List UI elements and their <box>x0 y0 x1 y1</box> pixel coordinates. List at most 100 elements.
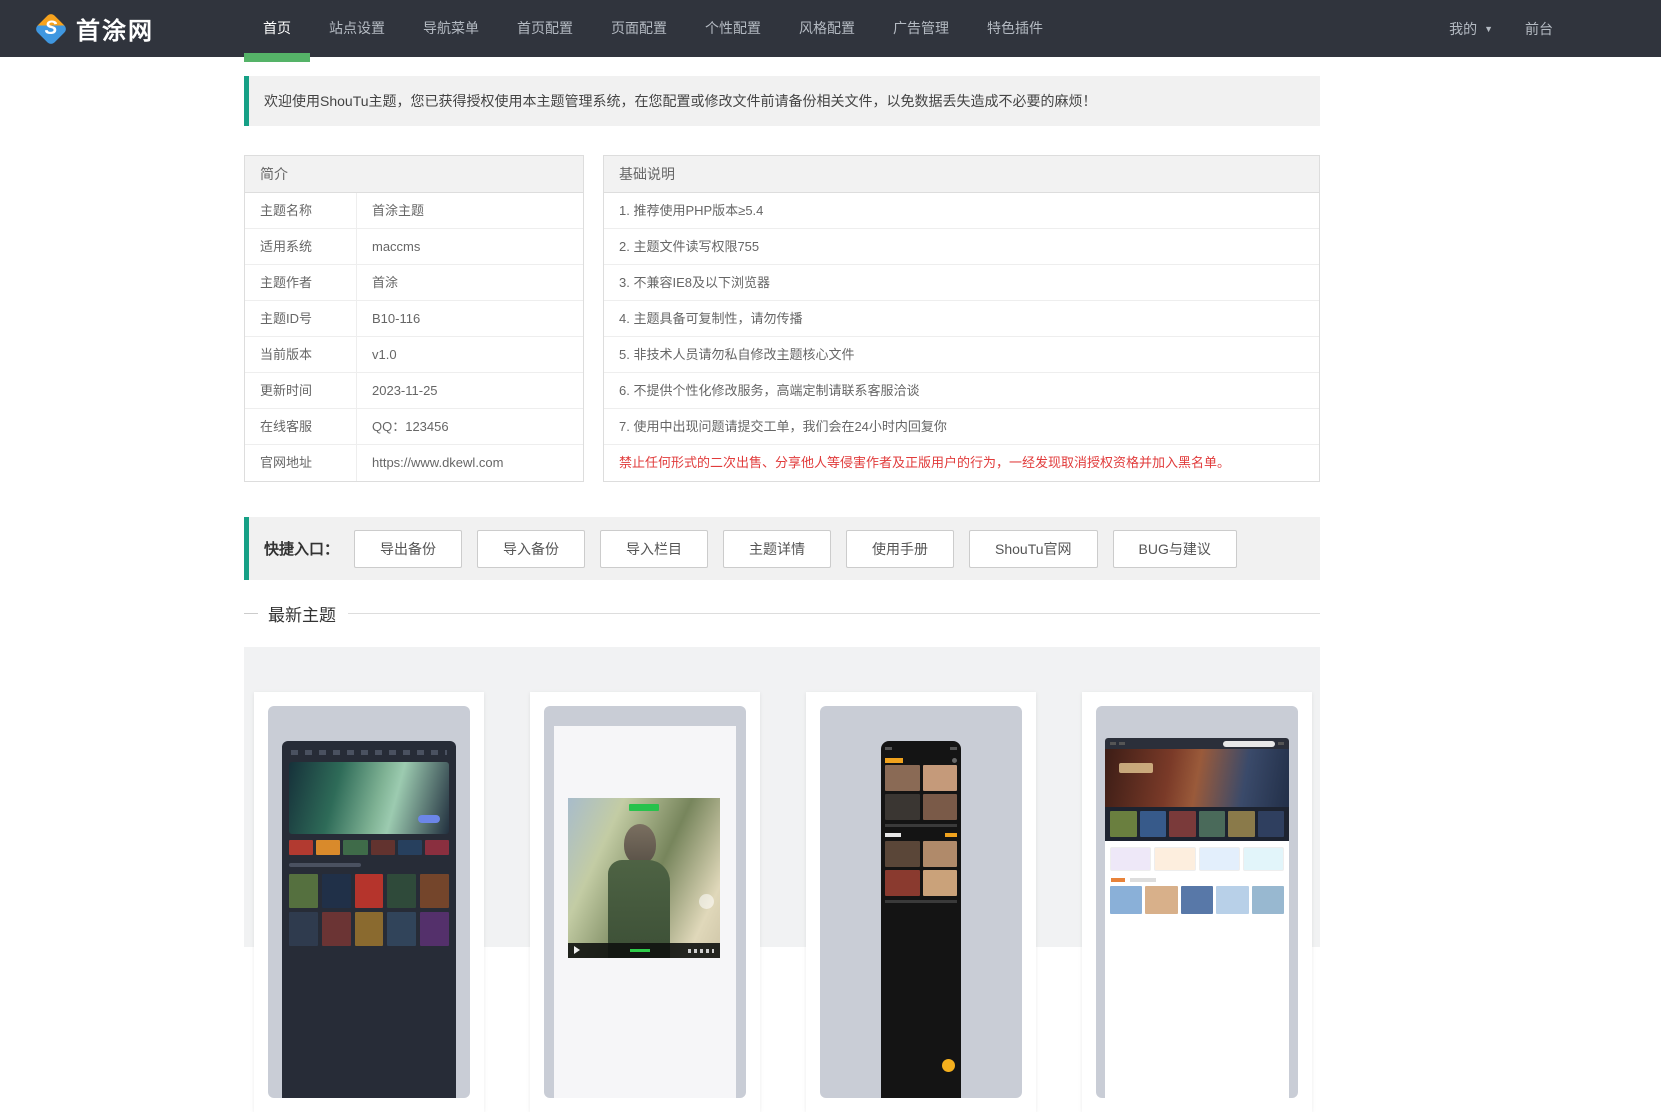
nav-item-nav-menu[interactable]: 导航菜单 <box>404 0 498 57</box>
notes-panel: 基础说明 1. 推荐使用PHP版本≥5.4 2. 主题文件读写权限755 3. … <box>603 155 1320 482</box>
note-item: 3. 不兼容IE8及以下浏览器 <box>604 265 1319 301</box>
section-title: 最新主题 <box>268 605 336 625</box>
nav-item-label: 首页配置 <box>517 20 573 36</box>
nav-item-page-config[interactable]: 页面配置 <box>592 0 686 57</box>
bug-suggest-button[interactable]: BUG与建议 <box>1112 529 1237 568</box>
poster-tile <box>1228 811 1255 837</box>
table-row: 主题作者 首涂 <box>245 265 583 301</box>
user-manual-button[interactable]: 使用手册 <box>846 529 955 568</box>
note-item: 2. 主题文件读写权限755 <box>604 229 1319 265</box>
theme-cards-row <box>254 692 1312 1112</box>
theme-details-button[interactable]: 主题详情 <box>723 529 832 568</box>
nav-item-plugins[interactable]: 特色插件 <box>968 0 1062 57</box>
import-columns-button[interactable]: 导入栏目 <box>600 529 709 568</box>
poster-tile <box>420 912 449 946</box>
frontend-link[interactable]: 前台 <box>1525 19 1553 39</box>
note-item: 4. 主题具备可复制性，请勿传播 <box>604 301 1319 337</box>
nav-item-label: 风格配置 <box>799 20 855 36</box>
row-label: 适用系统 <box>245 229 357 264</box>
welcome-banner: 欢迎使用ShouTu主题，您已获得授权使用本主题管理系统，在您配置或修改文件前请… <box>244 76 1320 126</box>
theme-thumbnail-light-movie-site[interactable] <box>1096 706 1298 1098</box>
row-value: B10-116 <box>372 311 421 326</box>
nav-item-site-settings[interactable]: 站点设置 <box>310 0 404 57</box>
note-item: 1. 推荐使用PHP版本≥5.4 <box>604 193 1319 229</box>
shoutu-official-button[interactable]: ShouTu官网 <box>969 529 1098 568</box>
note-item: 5. 非技术人员请勿私自修改主题核心文件 <box>604 337 1319 373</box>
chevron-down-icon: ▼ <box>1484 23 1493 34</box>
nav-item-personal-config[interactable]: 个性配置 <box>686 0 780 57</box>
poster-tile <box>387 912 417 946</box>
export-backup-button[interactable]: 导出备份 <box>354 529 463 568</box>
poster-tile <box>1198 811 1225 837</box>
poster-tile <box>420 874 449 908</box>
official-site-url[interactable]: https://www.dkewl.com <box>357 445 504 481</box>
poster-tile <box>1110 886 1143 914</box>
theme-thumbnail-dark-movie-site[interactable] <box>268 706 470 1098</box>
note-item: 7. 使用中出现问题请提交工单，我们会在24小时内回复你 <box>604 409 1319 445</box>
nav-item-style-config[interactable]: 风格配置 <box>780 0 874 57</box>
poster-tile <box>354 912 384 946</box>
poster-tile <box>1139 811 1166 837</box>
poster-tile <box>885 794 920 820</box>
poster-tile <box>343 840 368 855</box>
poster-tile <box>316 840 341 855</box>
poster-tile <box>922 841 957 867</box>
row-value: 首涂主题 <box>372 203 425 218</box>
nav-item-home-config[interactable]: 首页配置 <box>498 0 592 57</box>
poster-tile <box>289 840 314 855</box>
table-row: 适用系统 maccms <box>245 229 583 265</box>
notes-panel-title: 基础说明 <box>604 156 1319 193</box>
quick-entry-section: 快捷入口： 导出备份 导入备份 导入栏目 主题详情 使用手册 ShouTu官网 … <box>244 517 1320 580</box>
poster-tile <box>370 840 395 855</box>
latest-themes-heading: 最新主题 <box>244 602 1320 625</box>
theme-card-2[interactable] <box>530 692 760 1112</box>
poster-tile <box>424 840 450 855</box>
theme-screenshot-art <box>554 726 736 1098</box>
poster-tile <box>387 874 417 908</box>
nav-item-label: 特色插件 <box>987 20 1043 36</box>
my-account-dropdown[interactable]: 我的 ▼ <box>1449 19 1493 39</box>
nav-item-label: 导航菜单 <box>423 20 479 36</box>
theme-card-3[interactable] <box>806 692 1036 1112</box>
poster-tile <box>1257 811 1284 837</box>
poster-tile <box>397 840 422 855</box>
my-account-label: 我的 <box>1449 20 1478 37</box>
poster-tile <box>1198 847 1240 871</box>
main-nav: 首页 站点设置 导航菜单 首页配置 页面配置 个性配置 风格配置 广告管理 特色… <box>244 0 1062 62</box>
poster-tile <box>1154 847 1196 871</box>
theme-card-4[interactable] <box>1082 692 1312 1112</box>
theme-card-1[interactable] <box>254 692 484 1112</box>
nav-item-home[interactable]: 首页 <box>244 0 310 62</box>
poster-tile <box>885 870 920 896</box>
logo-text: 首涂网 <box>76 18 154 45</box>
theme-thumbnail-video-player[interactable] <box>544 706 746 1098</box>
theme-screenshot-art <box>282 741 456 1098</box>
row-label: 当前版本 <box>245 337 357 372</box>
top-navbar: S 首涂网 首页 站点设置 导航菜单 首页配置 页面配置 个性配置 风格配置 广… <box>0 0 1661 62</box>
latest-themes-section <box>244 647 1320 1112</box>
poster-tile <box>1145 886 1178 914</box>
theme-screenshot-art <box>881 741 961 1098</box>
table-row: 官网地址 https://www.dkewl.com <box>245 445 583 481</box>
floating-action-button <box>942 1059 955 1072</box>
table-row: 更新时间 2023-11-25 <box>245 373 583 409</box>
table-row: 在线客服 QQ：123456 <box>245 409 583 445</box>
table-row: 主题ID号 B10-116 <box>245 301 583 337</box>
theme-thumbnail-mobile-app[interactable] <box>820 706 1022 1098</box>
nav-item-ad-manage[interactable]: 广告管理 <box>874 0 968 57</box>
poster-tile <box>289 912 318 946</box>
heading-line-right <box>348 612 1320 614</box>
row-value: QQ：123456 <box>372 419 449 434</box>
table-row: 主题名称 首涂主题 <box>245 193 583 229</box>
row-label: 在线客服 <box>245 409 357 444</box>
poster-tile <box>885 765 920 791</box>
intro-panel-title: 简介 <box>245 156 583 193</box>
nav-item-label: 广告管理 <box>893 20 949 36</box>
row-value: 首涂 <box>372 275 399 290</box>
poster-tile <box>1242 847 1284 871</box>
nav-item-label: 首页 <box>263 20 291 36</box>
site-logo[interactable]: S 首涂网 <box>34 0 154 57</box>
poster-tile <box>1216 886 1249 914</box>
row-label: 主题名称 <box>245 193 357 228</box>
import-backup-button[interactable]: 导入备份 <box>477 529 586 568</box>
